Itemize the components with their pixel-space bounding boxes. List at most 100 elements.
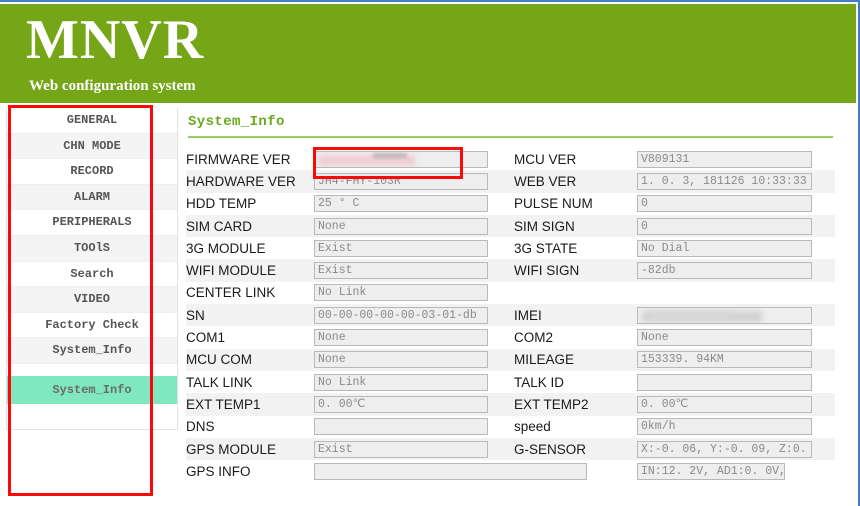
sidebar-item-factory-check[interactable]: Factory Check	[7, 312, 177, 339]
field-firmware-ver[interactable]	[314, 150, 488, 168]
label-wifi-module: WIFI MODULE	[186, 259, 314, 282]
sidebar-item-system-info[interactable]: System_Info	[7, 338, 177, 364]
sidebar-spacer	[7, 363, 177, 376]
label-sim-sign: SIM SIGN	[514, 214, 637, 238]
value-cell-sim-card: None	[314, 214, 514, 238]
table-row: FIRMWARE VER MCU VER V809131	[186, 148, 835, 170]
value-cell-com1: None	[314, 326, 514, 348]
field-web-ver[interactable]: 1. 0. 3, 181126 10:33:33	[637, 172, 812, 190]
field-pulse-num[interactable]: 0	[637, 195, 812, 213]
value-cell-3g-state: No Dial	[637, 237, 835, 259]
table-row: CENTER LINK No Link	[186, 282, 835, 304]
sidebar-item-system-info-selected[interactable]: System_Info	[7, 375, 177, 404]
sidebar-item-video[interactable]: VIDEO	[7, 287, 177, 313]
app-subtitle: Web configuration system	[29, 78, 196, 94]
field-sim-card[interactable]: None	[314, 217, 488, 235]
field-ext-temp2[interactable]: 0. 00℃	[637, 395, 812, 413]
table-row: SN 00-00-00-00-00-03-01-db IMEI	[186, 304, 835, 327]
table-row: SIM CARD None SIM SIGN 0	[186, 214, 835, 238]
table-row: EXT TEMP1 0. 00℃ EXT TEMP2 0. 00℃	[186, 393, 835, 416]
label-sn: SN	[186, 304, 314, 327]
label-firmware-ver: FIRMWARE VER	[186, 151, 291, 167]
field-dns[interactable]	[314, 418, 488, 436]
table-row: MCU COM None MILEAGE 153339. 94KM	[186, 348, 835, 371]
value-cell-blank: IN:12. 2V, AD1:0. 0V, AD2:0. 0V	[637, 460, 835, 482]
sidebar-item-peripherals[interactable]: PERIPHERALS	[7, 210, 177, 236]
page-title: System_Info	[188, 114, 285, 130]
field-com2[interactable]: None	[637, 329, 812, 347]
field-sn[interactable]: 00-00-00-00-00-03-01-db	[314, 306, 488, 324]
value-cell-blank	[637, 282, 835, 304]
table-row: HDD TEMP 25 ° C PULSE NUM 0	[186, 193, 835, 215]
sidebar-item-search[interactable]: Search	[7, 261, 177, 288]
field-wifi-module[interactable]: Exist	[314, 262, 488, 280]
sidebar-item-tools[interactable]: TOOlS	[7, 235, 177, 262]
field-talk-id[interactable]	[637, 373, 812, 391]
value-cell-ext-temp2: 0. 00℃	[637, 393, 835, 416]
field-gps-module[interactable]: Exist	[314, 440, 488, 458]
value-cell-speed: 0km/h	[637, 416, 835, 438]
label-g-sensor: G-SENSOR	[514, 437, 637, 461]
value-cell-mileage: 153339. 94KM	[637, 348, 835, 371]
table-row: DNS speed 0km/h	[186, 416, 835, 438]
value-cell-com2: None	[637, 326, 835, 348]
label-talk-link: TALK LINK	[186, 374, 253, 390]
sidebar-bottom-filler	[7, 403, 177, 430]
system-info-table: FIRMWARE VER MCU VER V809131 HARDWARE VER JH…	[186, 148, 835, 482]
main-content: System_Info FIRMWARE VER MCU VER V809131 HA…	[186, 114, 846, 482]
field-com1[interactable]: None	[314, 329, 488, 347]
field-center-link[interactable]: No Link	[314, 284, 488, 302]
label-blank	[514, 460, 637, 482]
label-gps-info: GPS INFO	[186, 463, 251, 479]
label-3g-module: 3G MODULE	[186, 240, 266, 256]
field-speed[interactable]: 0km/h	[637, 418, 812, 436]
field-mcu-ver[interactable]: V809131	[637, 150, 812, 168]
table-row: HARDWARE VER JH4-FHY-103R WEB VER 1. 0. 3, …	[186, 170, 835, 193]
value-cell-talk-link: No Link	[314, 371, 514, 393]
label-com2: COM2	[514, 330, 554, 346]
value-cell-sim-sign: 0	[637, 214, 835, 238]
table-row: GPS MODULE Exist G-SENSOR X:-0. 06, Y:-0. 0…	[186, 437, 835, 461]
field-mileage[interactable]: 153339. 94KM	[637, 351, 812, 369]
field-mcu-com[interactable]: None	[314, 351, 488, 369]
sidebar-item-record[interactable]: RECORD	[7, 159, 177, 185]
field-wifi-sign[interactable]: -82db	[637, 262, 812, 280]
field-imei[interactable]	[637, 306, 812, 324]
value-cell-sn: 00-00-00-00-00-03-01-db	[314, 304, 514, 327]
sidebar-item-general[interactable]: GENERAL	[7, 108, 177, 134]
sidebar-item-chn-mode[interactable]: CHN MODE	[7, 133, 177, 160]
value-cell-imei	[637, 304, 835, 327]
value-cell-ext-temp1: 0. 00℃	[314, 393, 514, 416]
field-talk-link[interactable]: No Link	[314, 373, 488, 391]
table-row: TALK LINK No Link TALK ID	[186, 371, 835, 393]
label-dns: DNS	[186, 419, 215, 435]
value-cell-gps-info	[314, 460, 587, 482]
label-center-link: CENTER LINK	[186, 285, 276, 301]
value-cell-g-sensor: X:-0. 06, Y:-0. 09, Z:0. 98	[637, 437, 835, 461]
field-hdd-temp[interactable]: 25 ° C	[314, 195, 488, 213]
field-hardware-ver[interactable]: JH4-FHY-103R	[314, 172, 488, 190]
label-mcu-com: MCU COM	[186, 348, 314, 371]
field-3g-module[interactable]: Exist	[314, 239, 488, 257]
label-ext-temp2: EXT TEMP2	[514, 393, 637, 416]
label-mileage: MILEAGE	[514, 348, 637, 371]
field-3g-state[interactable]: No Dial	[637, 239, 812, 257]
value-cell-dns	[314, 416, 514, 438]
table-row: 3G MODULE Exist 3G STATE No Dial	[186, 237, 835, 259]
label-ext-temp1: EXT TEMP1	[186, 393, 314, 416]
label-3g-state: 3G STATE	[514, 240, 578, 256]
field-blank[interactable]: IN:12. 2V, AD1:0. 0V, AD2:0. 0V	[637, 462, 785, 480]
value-cell-mcu-com: None	[314, 348, 514, 371]
field-g-sensor[interactable]: X:-0. 06, Y:-0. 09, Z:0. 98	[637, 440, 812, 458]
table-row: GPS INFO IN:12. 2V, AD1:0. 0V, AD2:0. 0V	[186, 460, 835, 482]
value-cell-mcu-ver: V809131	[637, 148, 835, 170]
field-sim-sign[interactable]: 0	[637, 217, 812, 235]
sidebar-item-alarm[interactable]: ALARM	[7, 184, 177, 211]
label-imei: IMEI	[514, 304, 637, 327]
field-ext-temp1[interactable]: 0. 00℃	[314, 395, 488, 413]
value-cell-gps-module: Exist	[314, 437, 514, 461]
label-gps-module: GPS MODULE	[186, 437, 314, 461]
table-row: WIFI MODULE Exist WIFI SIGN -82db	[186, 259, 835, 282]
label-web-ver: WEB VER	[514, 170, 637, 193]
label-mcu-ver: MCU VER	[514, 151, 577, 167]
